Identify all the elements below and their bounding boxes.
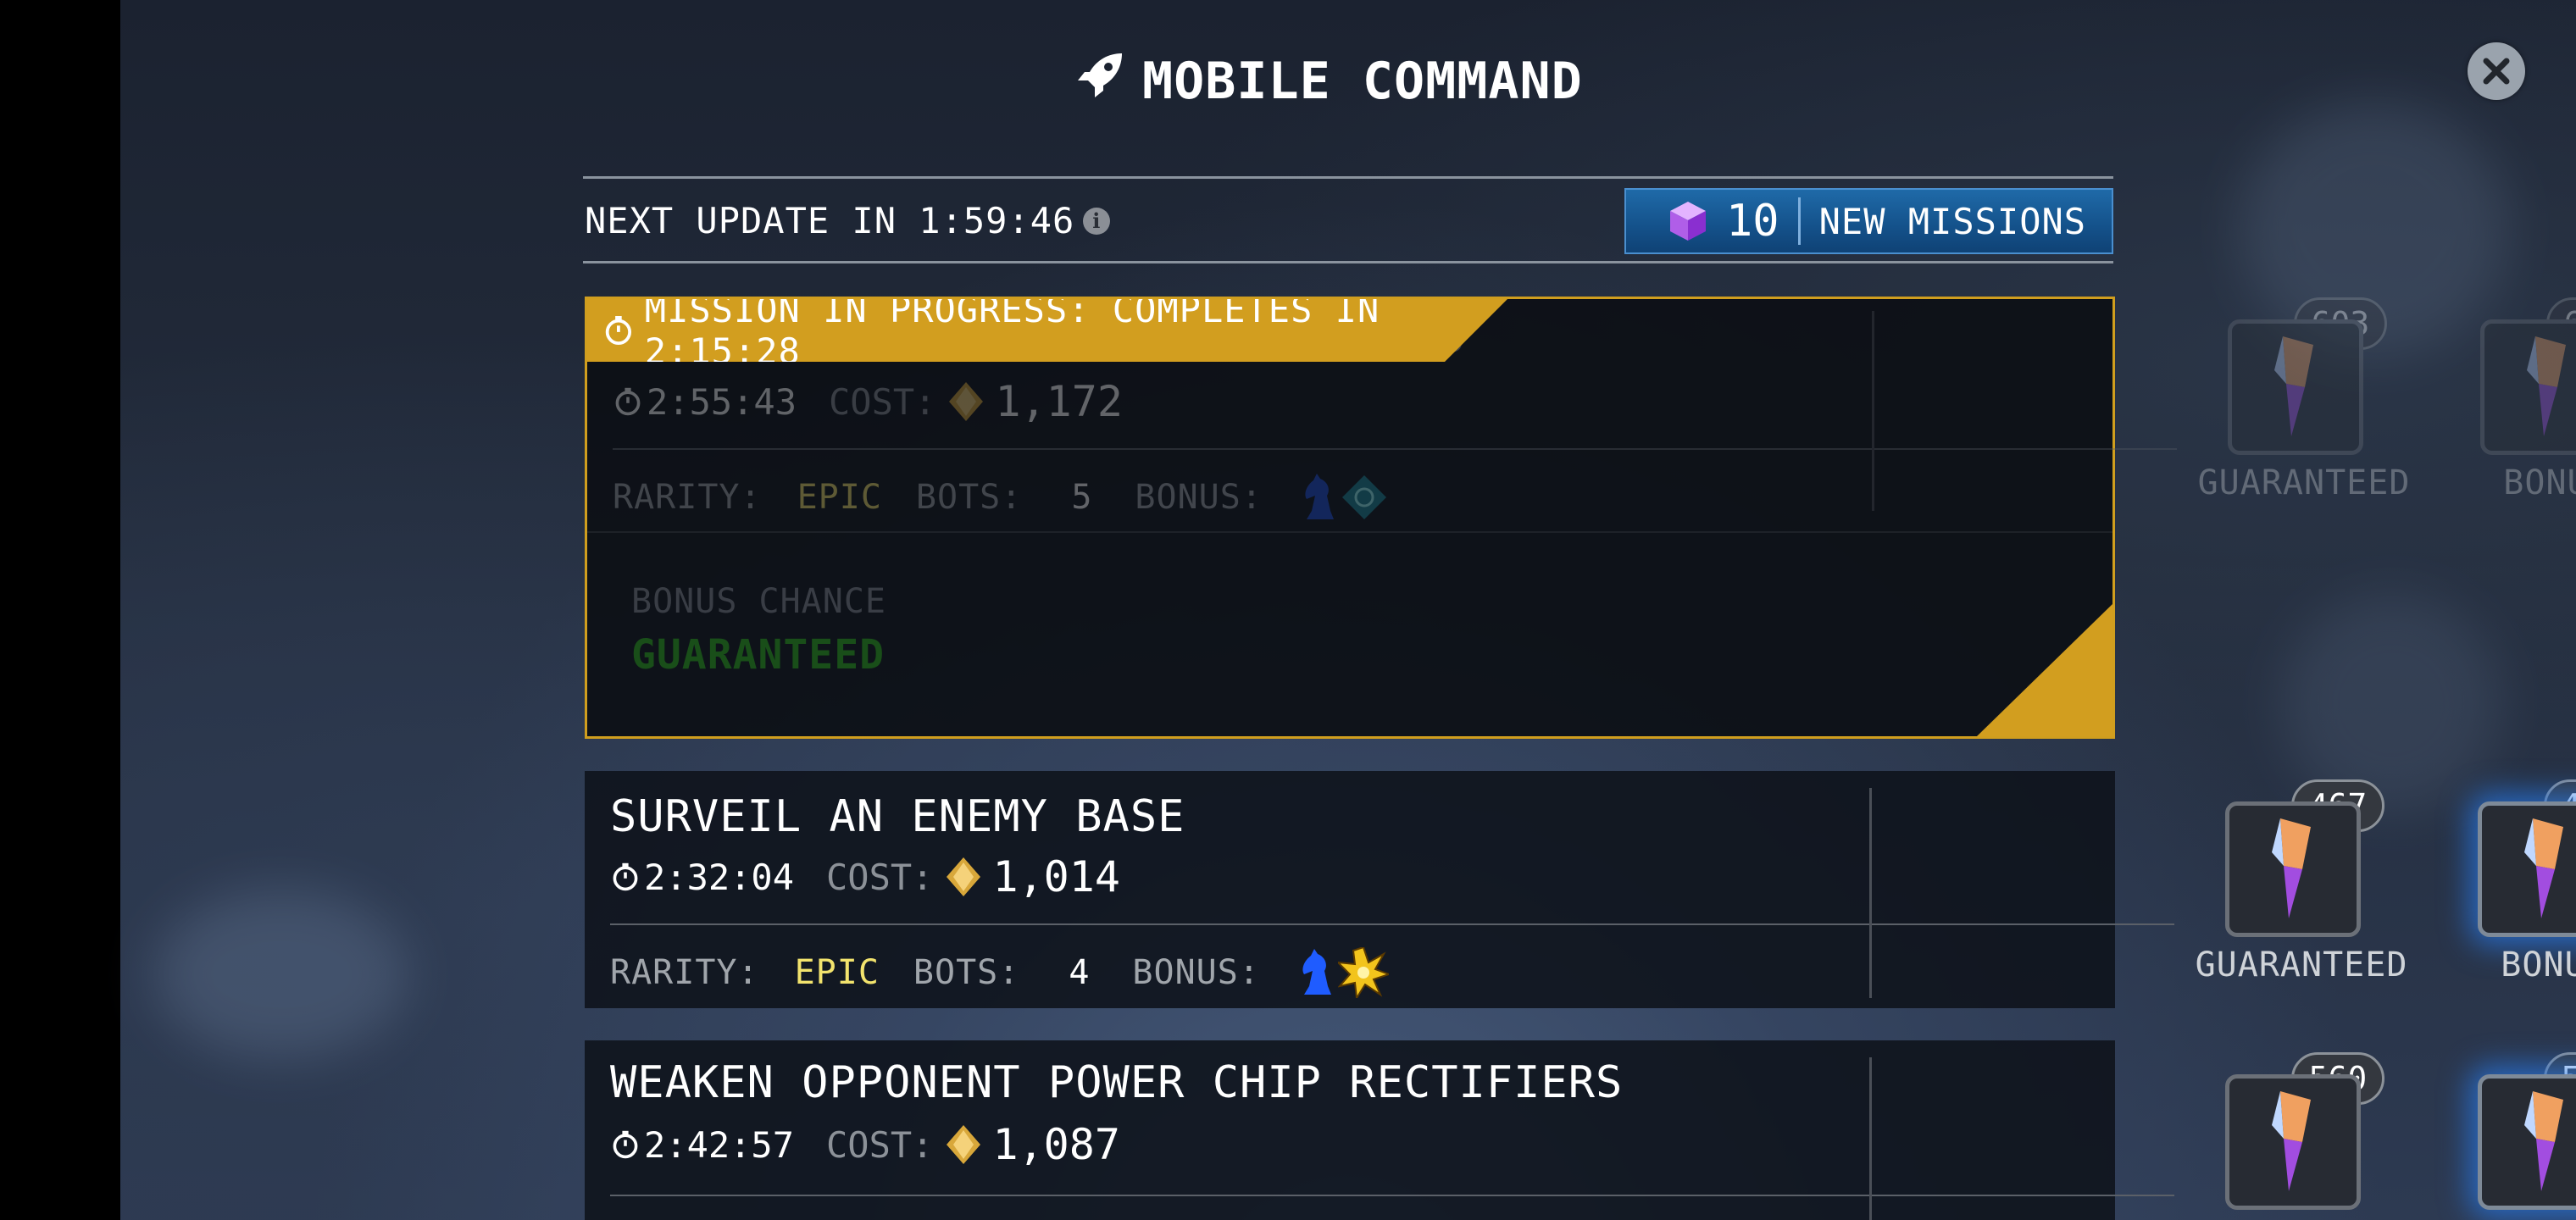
- bots-label: BOTS:: [915, 478, 1023, 517]
- progress-banner: MISSION IN PROGRESS: COMPLETES IN 2:15:2…: [587, 299, 1507, 362]
- mission-props: RARITY: EPIC BOTS: 4 BONUS:: [610, 947, 1389, 998]
- top-rule: [583, 176, 2113, 179]
- divider: [610, 1195, 2174, 1196]
- rarity-value: EPIC: [797, 478, 882, 517]
- close-icon: [2483, 58, 2510, 85]
- reward-slot: [2478, 801, 2576, 937]
- bonus-label: BONUS:: [1135, 478, 1263, 517]
- reward-slot: [2225, 801, 2361, 937]
- timer-icon: [605, 315, 632, 346]
- info-icon[interactable]: i: [1083, 207, 1111, 235]
- mission-title: SURVEIL AN ENEMY BASE: [610, 791, 1185, 842]
- knight-icon: [1305, 474, 1334, 519]
- purple-cube-icon: [1668, 200, 1707, 242]
- bots-value: 4: [1069, 953, 1091, 992]
- page-title: MOBILE COMMAND: [1076, 47, 1583, 115]
- cost-text: 1,087: [992, 1120, 1120, 1169]
- cost-value: 1,172: [949, 377, 1123, 426]
- reward-divider: [1869, 1057, 1872, 1220]
- timer-icon: [613, 862, 638, 891]
- rarity-label: RARITY:: [610, 953, 759, 992]
- mission-stats: 2:55:43 COST: 1,172: [613, 377, 1123, 426]
- mission-title: WEAKEN OPPONENT POWER CHIP RECTIFIERS: [610, 1057, 1624, 1108]
- timer-icon: [613, 1130, 638, 1159]
- bonus-icons: [1297, 947, 1389, 998]
- bonus-chance-label: BONUS CHANCE: [631, 582, 886, 621]
- divider: [610, 923, 2174, 925]
- rocket-icon: [1076, 52, 1125, 112]
- reward-slot: [2480, 319, 2576, 455]
- mission-card-in-progress[interactable]: S MISSION IN PROGRESS: COMPLETES IN 2:15…: [585, 297, 2576, 739]
- next-update: NEXT UPDATE IN 1:59:46 i: [585, 200, 1111, 241]
- mission-duration: 2:32:04: [610, 857, 794, 898]
- crystal-shard-icon: [2524, 818, 2563, 918]
- screen: MOBILE COMMAND NEXT UPDATE IN 1:59:46 i …: [0, 0, 2576, 1220]
- crystal-shard-icon: [2527, 336, 2566, 436]
- section-divider: [587, 531, 2112, 533]
- close-button[interactable]: [2468, 42, 2525, 100]
- gold-gem-icon: [947, 857, 981, 896]
- duration-text: 2:42:57: [644, 1123, 795, 1166]
- mission-card[interactable]: WEAKEN OPPONENT POWER CHIP RECTIFIERS 2:…: [585, 1040, 2576, 1220]
- reward-label: BONUS: [2503, 463, 2576, 502]
- cost-label: COST:: [826, 1123, 934, 1166]
- rarity-value: EPIC: [794, 953, 880, 992]
- gold-gem-icon: [949, 382, 984, 421]
- bots-label: BOTS:: [913, 953, 1020, 992]
- cost-value: 1,087: [947, 1120, 1120, 1169]
- cost-value: 1,014: [947, 852, 1120, 901]
- reward-divider: [1869, 788, 1872, 998]
- bonus-label: BONUS:: [1132, 953, 1260, 992]
- title-text: MOBILE COMMAND: [1142, 52, 1583, 111]
- divider: [1797, 197, 1801, 245]
- divider: [613, 448, 2177, 450]
- bots-value: 5: [1071, 478, 1093, 517]
- mission-duration: 2:42:57: [610, 1124, 794, 1166]
- mission-stats: 2:42:57 COST: 1,087: [610, 1120, 1120, 1169]
- knight-icon: [1302, 949, 1331, 995]
- new-missions-button[interactable]: 10 NEW MISSIONS: [1624, 188, 2113, 254]
- explosion-icon: [1337, 947, 1389, 998]
- timer-icon: [615, 387, 641, 416]
- reward-divider: [1872, 311, 1874, 511]
- new-missions-label: NEW MISSIONS: [1818, 200, 2087, 242]
- reward-slot: [2228, 319, 2363, 455]
- crystal-shard-icon: [2272, 1091, 2311, 1191]
- crystal-shard-icon: [2274, 336, 2313, 436]
- crystal-shard-icon: [2524, 1091, 2563, 1191]
- mission-duration: 2:55:43: [613, 381, 797, 423]
- reward-slot: [2225, 1074, 2361, 1210]
- corner-accent: [1977, 604, 2112, 736]
- reward-label: GUARANTEED: [2195, 946, 2408, 984]
- reward-label: BONUS: [2501, 946, 2576, 984]
- tech-badge-icon: [1341, 475, 1386, 519]
- duration-text: 2:55:43: [647, 380, 797, 423]
- next-update-text: NEXT UPDATE IN 1:59:46: [585, 200, 1075, 241]
- cost-label: COST:: [829, 380, 936, 423]
- reward-slot: [2478, 1074, 2576, 1210]
- mission-stats: 2:32:04 COST: 1,014: [610, 852, 1120, 901]
- crystal-shard-icon: [2272, 818, 2311, 918]
- progress-banner-text: MISSION IN PROGRESS: COMPLETES IN 2:15:2…: [644, 289, 1380, 372]
- gold-gem-icon: [947, 1125, 981, 1164]
- duration-text: 2:32:04: [644, 856, 795, 898]
- left-black-bar: [0, 0, 120, 1220]
- bonus-icons: [1300, 474, 1388, 521]
- rarity-label: RARITY:: [613, 478, 762, 517]
- new-missions-count: 10: [1726, 196, 1779, 247]
- bottom-rule: [583, 261, 2113, 263]
- reward-label: GUARANTEED: [2197, 463, 2411, 502]
- cost-label: COST:: [826, 856, 934, 898]
- cost-text: 1,014: [992, 852, 1120, 901]
- mission-props: RARITY: EPIC BOTS: 5 BONUS:: [613, 474, 1388, 521]
- mission-card[interactable]: SURVEIL AN ENEMY BASE 2:32:04 COST: 1,01…: [585, 771, 2576, 1008]
- cost-text: 1,172: [995, 377, 1123, 426]
- bonus-chance-value: GUARANTEED: [631, 631, 885, 679]
